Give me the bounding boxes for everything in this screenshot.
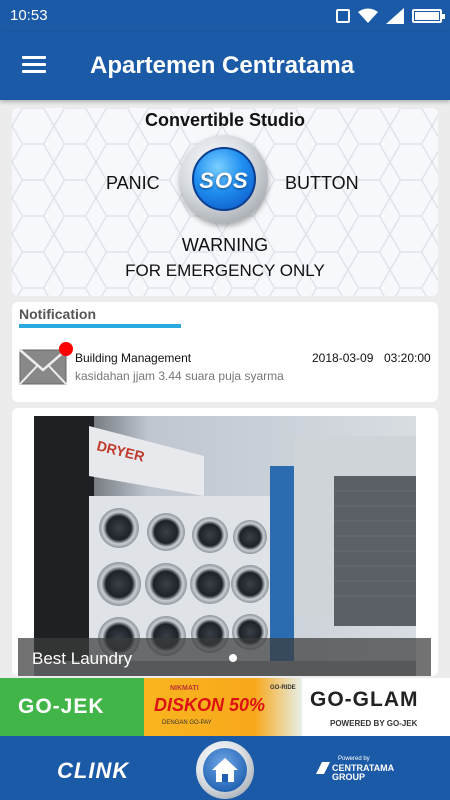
sos-panic-button[interactable]: SOS xyxy=(180,135,268,223)
gallery-caption: Best Laundry xyxy=(32,649,133,668)
warning-subtitle: FOR EMERGENCY ONLY xyxy=(125,261,325,280)
laundry-photo: DRYER xyxy=(34,416,416,676)
panic-label: PANIC xyxy=(106,173,160,193)
notification-sender: Building Management xyxy=(75,351,192,365)
home-button[interactable] xyxy=(196,741,254,799)
centratama-logo-icon xyxy=(316,762,330,774)
gallery-page-indicator[interactable] xyxy=(229,654,237,662)
app-bar: Apartemen Centratama xyxy=(0,32,450,100)
goglam-powered-text: POWERED BY GO-JEK xyxy=(330,719,418,728)
gojek-logo-text: GO-JEK xyxy=(18,695,105,718)
notification-date: 2018-03-09 xyxy=(312,351,374,365)
notification-item[interactable]: Building Management 2018-03-09 03:20:00 … xyxy=(12,338,438,388)
promo-discount-text: DISKON 50% xyxy=(154,695,266,715)
sos-button-label: SOS xyxy=(199,168,249,193)
warning-title: WARNING xyxy=(181,235,269,255)
wifi-icon xyxy=(358,8,378,24)
sos-button-face: SOS xyxy=(192,147,256,211)
battery-icon xyxy=(412,9,445,23)
notification-message: kasidahan jjam 3.44 suara puja syarma xyxy=(75,369,284,383)
notification-time: 03:20:00 xyxy=(384,351,431,365)
clink-logo: CLINK xyxy=(57,758,130,783)
gallery-caption-bar: Best Laundry xyxy=(18,638,431,676)
centratama-group: GROUP xyxy=(332,772,366,782)
app-title: Apartemen Centratama xyxy=(90,52,355,79)
gallery-card: DRYER Best Laundry xyxy=(12,408,438,676)
home-icon xyxy=(203,748,247,792)
notification-heading: Notification xyxy=(19,306,96,322)
notification-card: Notification Building Management 2018-03… xyxy=(12,302,438,402)
status-icons xyxy=(336,8,445,24)
unit-name: Convertible Studio xyxy=(144,110,305,130)
ads-banner[interactable]: GO-JEK NIKMATI DISKON 50% DENGAN GO-PAY … xyxy=(0,678,450,736)
message-icon xyxy=(336,9,350,23)
gallery-photo[interactable]: DRYER xyxy=(34,416,416,676)
signal-icon xyxy=(386,8,404,24)
sos-panel: Convertible Studio PANIC SOS BUTTON WARN… xyxy=(12,108,438,296)
unread-badge xyxy=(59,342,73,356)
status-time: 10:53 xyxy=(10,7,48,24)
bottom-bar: CLINK Powered by CENTRATAMA GROUP xyxy=(0,736,450,800)
button-label: BUTTON xyxy=(285,173,359,193)
ad-goglam: GO-GLAM POWERED BY GO-JEK xyxy=(302,678,450,736)
goride-text: GO-RIDE xyxy=(270,685,296,691)
hamburger-menu-icon[interactable] xyxy=(22,54,48,76)
ad-gojek: GO-JEK xyxy=(0,678,144,736)
centratama-logo: CENTRATAMA GROUP xyxy=(332,764,394,782)
ad-promo: NIKMATI DISKON 50% DENGAN GO-PAY GO-RIDE xyxy=(144,678,302,736)
promo-footnote: DENGAN GO-PAY xyxy=(162,720,212,726)
status-bar: 10:53 xyxy=(0,0,450,32)
notification-heading-underline xyxy=(19,324,181,328)
promo-small-text: NIKMATI xyxy=(170,685,199,692)
goglam-logo-text: GO-GLAM xyxy=(310,688,419,711)
powered-by-label: Powered by xyxy=(338,756,370,762)
